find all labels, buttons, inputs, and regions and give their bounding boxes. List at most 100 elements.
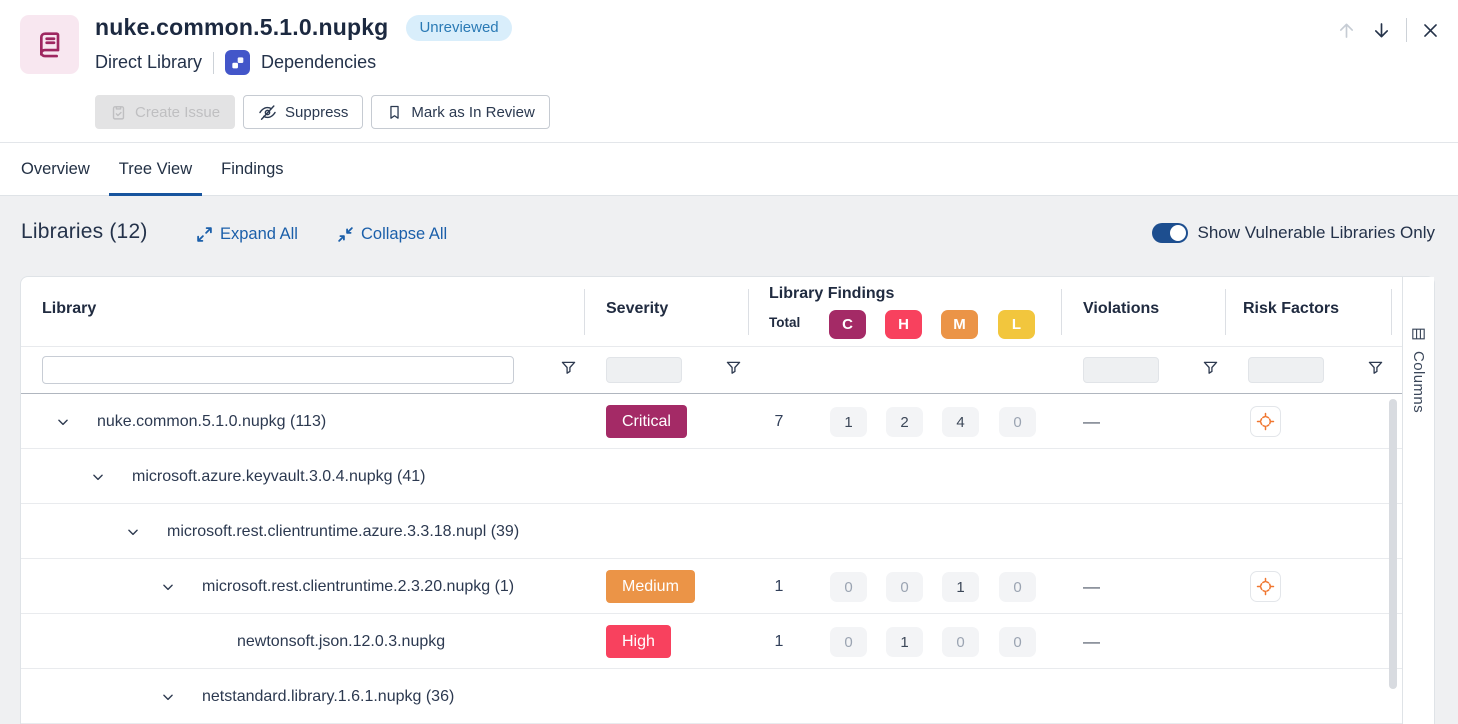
create-issue-label: Create Issue	[135, 104, 220, 121]
tab-findings-label: Findings	[221, 160, 283, 179]
critical-count: 1	[830, 407, 867, 437]
library-name[interactable]: newtonsoft.json.12.0.3.nupkg	[237, 633, 445, 651]
toggle-knob	[1170, 225, 1186, 241]
medium-count: 4	[942, 407, 979, 437]
column-header-severity: Severity	[606, 300, 668, 318]
risk-factor-target-icon[interactable]	[1250, 406, 1281, 437]
libraries-table: Library Severity Library Findings Total …	[20, 276, 1435, 724]
table-row[interactable]: newtonsoft.json.12.0.3.nupkg High 1 0 1 …	[21, 614, 1402, 669]
divider	[213, 52, 214, 74]
collapse-all-label: Collapse All	[361, 225, 447, 244]
library-name[interactable]: microsoft.rest.clientruntime.azure.3.3.1…	[167, 523, 519, 541]
violations-value: —	[1083, 614, 1100, 669]
violations-value: —	[1083, 394, 1100, 449]
table-row[interactable]: nuke.common.5.1.0.nupkg (113) Critical 7…	[21, 394, 1402, 449]
divider	[1406, 18, 1407, 42]
severity-filter-icon[interactable]	[726, 360, 741, 375]
severity-badge: High	[606, 625, 671, 658]
tab-tree-view[interactable]: Tree View	[109, 143, 202, 195]
severity-badge: Critical	[606, 405, 687, 438]
column-header-library: Library	[42, 300, 96, 318]
low-letter-badge: L	[998, 310, 1035, 339]
risk-factors-filter-input[interactable]	[1248, 357, 1324, 383]
suppress-button[interactable]: Suppress	[243, 95, 363, 129]
eye-off-icon	[258, 103, 277, 122]
violations-value: —	[1083, 559, 1100, 614]
columns-panel-label: Columns	[1410, 351, 1427, 413]
severity-filter-input[interactable]	[606, 357, 682, 383]
column-header-total: Total	[769, 315, 800, 330]
bookmark-icon	[386, 104, 403, 121]
high-count: 0	[886, 572, 923, 602]
tree-view-content: Libraries (12) Expand All Collapse All S…	[0, 196, 1458, 724]
expand-arrows-icon	[196, 226, 213, 243]
filter-row	[21, 346, 1402, 394]
library-name[interactable]: netstandard.library.1.6.1.nupkg (36)	[202, 688, 454, 706]
chevron-down-icon[interactable]	[53, 412, 73, 432]
collapse-arrows-icon	[337, 226, 354, 243]
table-row[interactable]: netstandard.library.1.6.1.nupkg (36)	[21, 669, 1402, 724]
table-header-row: Library Severity Library Findings Total …	[21, 277, 1434, 346]
chevron-down-icon[interactable]	[158, 687, 178, 707]
dependencies-label[interactable]: Dependencies	[261, 52, 376, 73]
critical-count: 0	[830, 572, 867, 602]
risk-factor-target-icon[interactable]	[1250, 571, 1281, 602]
suppress-label: Suppress	[285, 104, 348, 121]
previous-arrow-up-icon[interactable]	[1336, 20, 1357, 41]
low-count: 0	[999, 572, 1036, 602]
vulnerable-only-toggle[interactable]	[1152, 223, 1188, 243]
high-letter-badge: H	[885, 310, 922, 339]
violations-filter-input[interactable]	[1083, 357, 1159, 383]
tab-findings[interactable]: Findings	[211, 143, 293, 195]
column-divider	[584, 289, 585, 335]
library-type-label: Direct Library	[95, 52, 202, 73]
total-findings: 1	[759, 559, 799, 614]
column-divider	[1061, 289, 1062, 335]
dependencies-icon	[225, 50, 250, 75]
total-findings: 7	[759, 394, 799, 449]
tab-overview-label: Overview	[21, 160, 90, 179]
column-header-violations: Violations	[1083, 300, 1159, 318]
close-icon[interactable]	[1421, 21, 1440, 40]
risk-factors-filter-icon[interactable]	[1368, 360, 1383, 375]
create-issue-button[interactable]: Create Issue	[95, 95, 235, 129]
expand-all-label: Expand All	[220, 225, 298, 244]
vertical-scrollbar[interactable]	[1389, 399, 1397, 689]
library-name[interactable]: microsoft.rest.clientruntime.2.3.20.nupk…	[202, 578, 514, 596]
medium-count: 0	[942, 627, 979, 657]
library-filter-icon[interactable]	[561, 360, 576, 375]
critical-letter-badge: C	[829, 310, 866, 339]
columns-panel-button[interactable]: Columns	[1402, 277, 1434, 724]
chevron-down-icon[interactable]	[123, 522, 143, 542]
library-name[interactable]: nuke.common.5.1.0.nupkg (113)	[97, 413, 326, 431]
column-header-risk-factors: Risk Factors	[1243, 300, 1339, 318]
chevron-down-icon[interactable]	[158, 577, 178, 597]
high-count: 1	[886, 627, 923, 657]
table-row[interactable]: microsoft.azure.keyvault.3.0.4.nupkg (41…	[21, 449, 1402, 504]
mark-in-review-button[interactable]: Mark as In Review	[371, 95, 549, 129]
vulnerable-only-toggle-label: Show Vulnerable Libraries Only	[1198, 223, 1436, 243]
chevron-down-icon[interactable]	[88, 467, 108, 487]
library-name[interactable]: microsoft.azure.keyvault.3.0.4.nupkg (41…	[132, 468, 425, 486]
mark-in-review-label: Mark as In Review	[411, 104, 534, 121]
medium-letter-badge: M	[941, 310, 978, 339]
violations-filter-icon[interactable]	[1203, 360, 1218, 375]
expand-all-button[interactable]: Expand All	[196, 225, 298, 244]
panel-header: nuke.common.5.1.0.nupkg Unreviewed Direc…	[0, 0, 1458, 143]
library-book-icon	[20, 15, 79, 74]
column-divider	[748, 289, 749, 335]
column-divider	[1225, 289, 1226, 335]
table-row[interactable]: microsoft.rest.clientruntime.2.3.20.nupk…	[21, 559, 1402, 614]
collapse-all-button[interactable]: Collapse All	[337, 225, 447, 244]
total-findings: 1	[759, 614, 799, 669]
severity-badge: Medium	[606, 570, 695, 603]
column-divider	[1391, 289, 1392, 335]
medium-count: 1	[942, 572, 979, 602]
column-header-library-findings: Library Findings	[769, 285, 894, 303]
next-arrow-down-icon[interactable]	[1371, 20, 1392, 41]
page-title: nuke.common.5.1.0.nupkg	[95, 14, 388, 41]
table-row[interactable]: microsoft.rest.clientruntime.azure.3.3.1…	[21, 504, 1402, 559]
low-count: 0	[999, 407, 1036, 437]
tab-overview[interactable]: Overview	[11, 143, 100, 195]
library-filter-input[interactable]	[42, 356, 514, 384]
